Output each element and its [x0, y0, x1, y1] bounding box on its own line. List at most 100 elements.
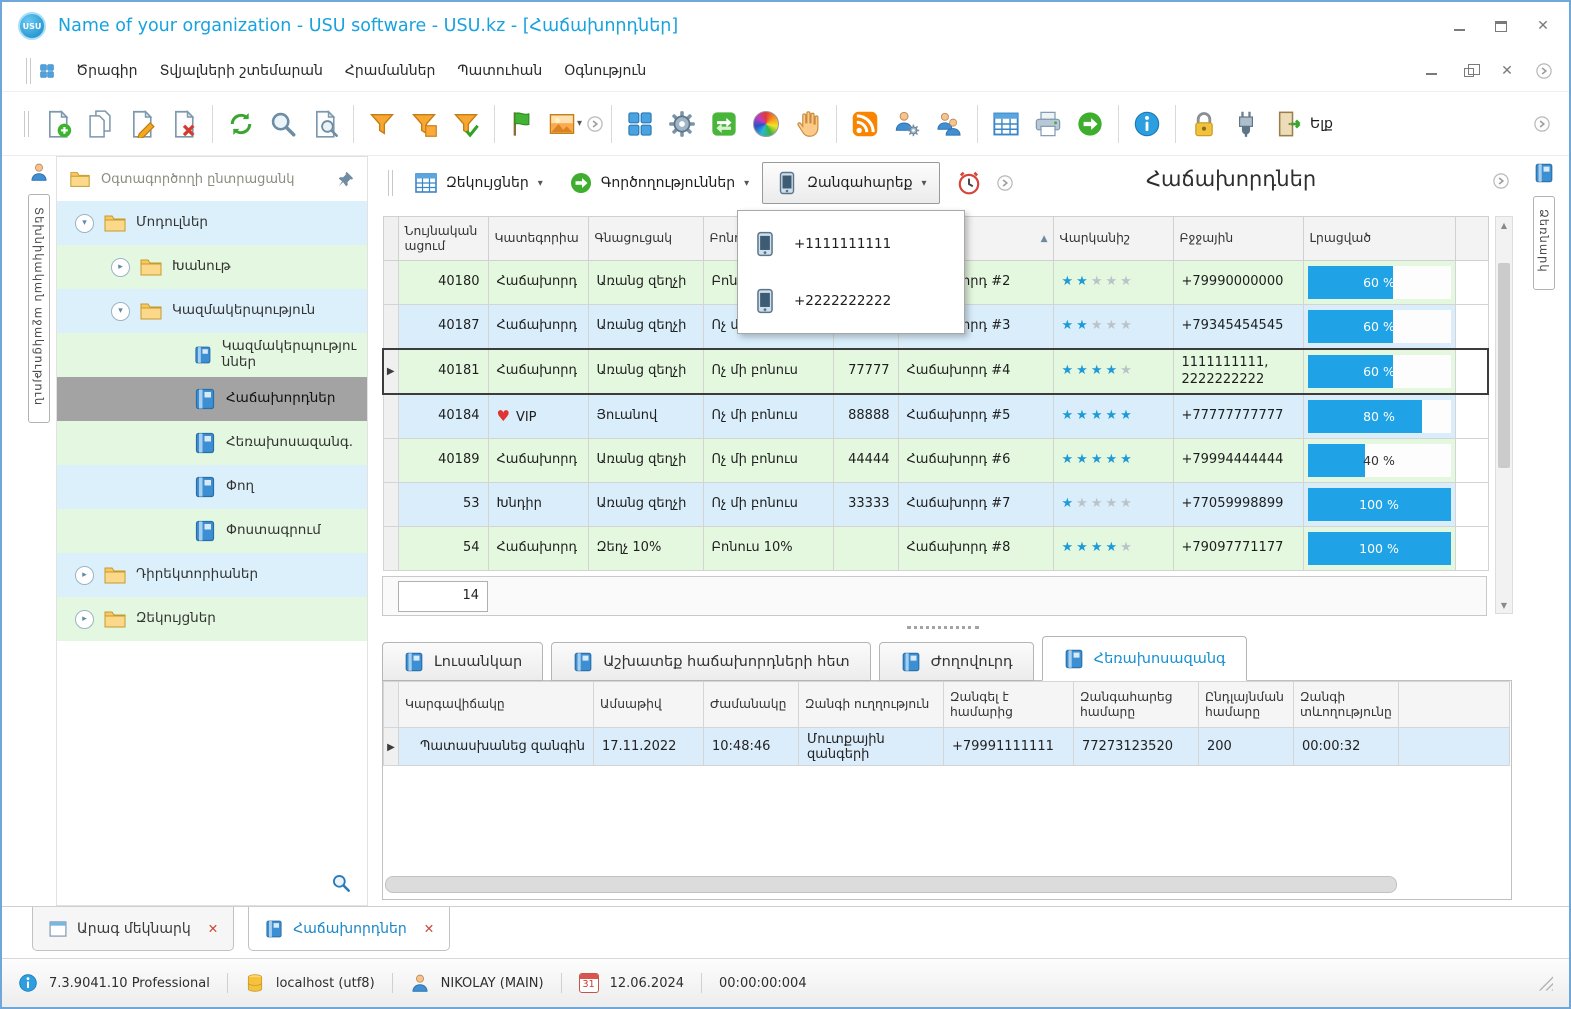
column-header-progress[interactable]: Լրացված [1303, 217, 1455, 261]
collapse-icon[interactable]: ▾ [111, 302, 130, 321]
close-tab-icon[interactable]: ✕ [208, 921, 218, 936]
column-header-from-number[interactable]: Զանգել է համարից [944, 682, 1074, 728]
call-number-item[interactable]: +2222222222 [738, 272, 964, 329]
refresh-button[interactable] [220, 100, 262, 148]
panel-options-button[interactable] [1492, 172, 1510, 190]
sidebar-item-clients[interactable]: Հաճախորդներ [57, 377, 367, 421]
filter-apply-button[interactable] [445, 100, 487, 148]
splitter-handle[interactable] [382, 618, 1504, 636]
report-table-button[interactable] [985, 100, 1027, 148]
settings-button[interactable] [661, 100, 703, 148]
sidebar-item-shop[interactable]: ▸ Խանութ [57, 245, 367, 289]
info-button[interactable] [1126, 100, 1168, 148]
go-button[interactable] [1069, 100, 1111, 148]
support-vertical-tab[interactable]: Տեխնիկական աջակցություն [28, 194, 50, 423]
expand-icon[interactable]: ▸ [75, 610, 94, 629]
manual-vertical-tab[interactable]: Ձեռնարկ [1533, 196, 1555, 290]
call-number-item[interactable]: +1111111111 [738, 215, 964, 272]
print-button[interactable] [1027, 100, 1069, 148]
pin-icon[interactable] [337, 170, 355, 188]
toolbar-options-button[interactable] [1533, 115, 1551, 133]
minimize-button[interactable] [1449, 16, 1469, 36]
call-row[interactable]: ▶ Պատասխանեց զանգին 17.11.2022 10:48:46 … [384, 728, 1510, 766]
tab-phone-call[interactable]: Հեռախոսազանգ [1042, 636, 1247, 681]
menu-program[interactable]: Ծրագիր [65, 58, 149, 84]
horizontal-scrollbar[interactable] [385, 876, 1397, 896]
menu-window[interactable]: Պատուհան [446, 58, 553, 84]
scroll-down-icon[interactable]: ▼ [1496, 597, 1512, 613]
edit-record-button[interactable] [121, 100, 163, 148]
column-header-price-list[interactable]: Գնացուցակ [588, 217, 703, 261]
column-header-time[interactable]: Ժամանակը [704, 682, 799, 728]
expand-icon[interactable]: ▸ [75, 566, 94, 585]
column-header-status[interactable]: Կարգավիճակը [399, 682, 594, 728]
vertical-scrollbar[interactable]: ▲ ▼ [1495, 216, 1513, 614]
colors-button[interactable] [745, 100, 787, 148]
clock-icon[interactable] [956, 170, 982, 196]
table-row[interactable]: 40189 Հաճախորդ Առանց զեղչի Ոչ մի բոնուս … [383, 439, 1488, 483]
filter-button[interactable] [361, 100, 403, 148]
tab-work-with-clients[interactable]: Աշխատեք հաճախորդների հետ [551, 642, 870, 681]
sidebar-item-modules[interactable]: ▾ Մոդուլներ [57, 201, 367, 245]
table-row-selected[interactable]: ▶ 40181 Հաճախորդ Առանց զեղչի Ոչ մի բոնու… [383, 349, 1488, 394]
scroll-up-icon[interactable]: ▲ [1496, 217, 1512, 233]
table-row[interactable]: 54 Հաճախորդ Զեղչ 10% Բոնուս 10% Հաճախորդ… [383, 527, 1488, 571]
call-dropdown-button[interactable]: Զանգահարեք ▾ [762, 162, 939, 204]
menu-commands[interactable]: Հրամաններ [334, 58, 447, 84]
menu-database[interactable]: Տվյալների շտեմարան [149, 58, 334, 84]
sidebar-item-mailing[interactable]: Փոստագրում [57, 509, 367, 553]
filter-custom-button[interactable] [403, 100, 445, 148]
tab-people[interactable]: Ժողովուրդ [879, 642, 1034, 681]
scrollbar-thumb[interactable] [385, 876, 1397, 893]
add-record-button[interactable] [37, 100, 79, 148]
advanced-search-button[interactable] [304, 100, 346, 148]
reports-dropdown-button[interactable]: Զեկույցներ ▾ [401, 162, 556, 204]
sidebar-item-directories[interactable]: ▸ Դիրեկտորիաներ [57, 553, 367, 597]
expand-icon[interactable]: ▸ [111, 258, 130, 277]
toolbar-more-button[interactable] [586, 115, 604, 133]
column-header-extension[interactable]: Ընդլայնման համարը [1199, 682, 1294, 728]
column-header-date[interactable]: Ամսաթիվ [594, 682, 704, 728]
module-toolbar-more-button[interactable] [996, 174, 1014, 192]
sidebar-item-phone-calls[interactable]: Հեռախոսազանգ. [57, 421, 367, 465]
news-feed-button[interactable] [844, 100, 886, 148]
menu-help[interactable]: Օգնություն [553, 58, 657, 84]
plugin-button[interactable] [1225, 100, 1267, 148]
column-header-direction[interactable]: Զանգի ուղղություն [799, 682, 944, 728]
column-header-duration[interactable]: Զանգի տևողությունը [1294, 682, 1399, 728]
image-button[interactable]: ▾ [544, 100, 586, 148]
column-header-mobile[interactable]: Բջջային [1173, 217, 1303, 261]
scrollbar-thumb[interactable] [1498, 263, 1510, 468]
sidebar-item-organizations[interactable]: Կազմակերպություններ [57, 333, 367, 377]
resize-grip[interactable] [1538, 976, 1553, 991]
mdi-restore-button[interactable] [1459, 61, 1479, 81]
close-button[interactable]: ✕ [1533, 16, 1553, 36]
import-export-button[interactable] [703, 100, 745, 148]
flag-button[interactable] [502, 100, 544, 148]
column-header-category[interactable]: Կատեգորիա [488, 217, 588, 261]
sidebar-search-icon[interactable] [331, 873, 351, 893]
actions-dropdown-button[interactable]: Գործողություններ ▾ [556, 162, 762, 204]
close-tab-icon[interactable]: ✕ [424, 921, 434, 936]
tab-photo[interactable]: Լուսանկար [382, 642, 543, 681]
sidebar-item-organization[interactable]: ▾ Կազմակերպություն [57, 289, 367, 333]
table-row[interactable]: 53 Խնդիր Առանց զեղչի Ոչ մի բոնուս 33333 … [383, 483, 1488, 527]
sidebar-item-reports[interactable]: ▸ Զեկույցներ [57, 597, 367, 641]
exit-button[interactable]: Ելք [1267, 100, 1341, 148]
user-roles-button[interactable] [886, 100, 928, 148]
column-header-rating[interactable]: Վարկանիշ [1053, 217, 1173, 261]
delete-record-button[interactable] [163, 100, 205, 148]
mdi-minimize-button[interactable] [1421, 61, 1441, 81]
mdi-close-button[interactable]: ✕ [1497, 61, 1517, 81]
maximize-button[interactable] [1491, 16, 1511, 36]
table-row[interactable]: 40184 ♥VIP Յուանով Ոչ մի բոնուս 88888 Հա… [383, 394, 1488, 439]
tab-clients[interactable]: Հաճախորդներ ✕ [248, 907, 450, 951]
search-button[interactable] [262, 100, 304, 148]
menubar-options-button[interactable] [1535, 62, 1553, 80]
tab-quick-start[interactable]: Արագ մեկնարկ ✕ [32, 907, 234, 951]
lock-button[interactable] [1183, 100, 1225, 148]
collapse-icon[interactable]: ▾ [75, 214, 94, 233]
sidebar-item-money[interactable]: Փող [57, 465, 367, 509]
tiles-view-button[interactable] [619, 100, 661, 148]
hand-button[interactable] [787, 100, 829, 148]
